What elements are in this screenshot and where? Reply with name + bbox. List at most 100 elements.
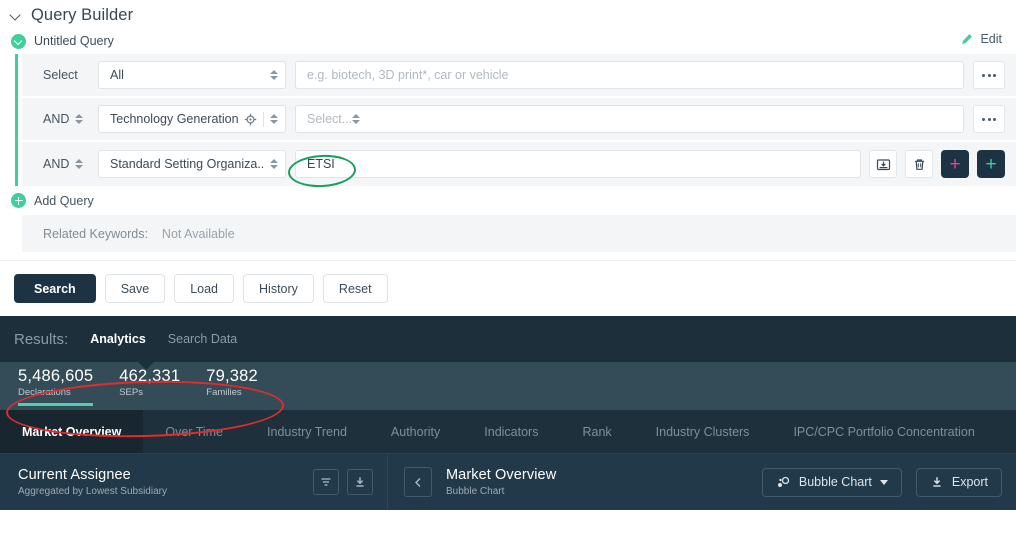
chevron-updown-icon[interactable] xyxy=(75,159,84,169)
tab-market-overview[interactable]: Market Overview xyxy=(0,410,144,453)
download-icon xyxy=(356,477,364,487)
download-icon xyxy=(933,477,941,487)
related-keywords-value: Not Available xyxy=(161,226,235,241)
search-input-placeholder: e.g. biotech, 3D print*, car or vehicle xyxy=(307,68,509,82)
pencil-icon xyxy=(960,33,973,46)
stat-seps[interactable]: 462,331 SEPs xyxy=(119,367,180,401)
value-input-value: ETSI xyxy=(307,157,335,171)
query-actions: Search Save Load History Reset xyxy=(0,260,1016,316)
operator-label: AND xyxy=(43,157,70,171)
tab-analytics[interactable]: Analytics xyxy=(90,332,146,346)
field-select-label: Standard Setting Organiza... xyxy=(110,157,264,171)
chevron-updown-icon[interactable] xyxy=(270,70,278,80)
tab-search-data[interactable]: Search Data xyxy=(168,332,237,346)
chart-panel-right: Market Overview Bubble Chart Bubble Char… xyxy=(388,454,1016,510)
collapse-query-icon[interactable] xyxy=(11,33,26,49)
bubble-chart-icon xyxy=(777,476,790,487)
results-stats: 5,486,605 Declarations 462,331 SEPs 79,3… xyxy=(0,361,1016,410)
filter-button[interactable] xyxy=(313,469,339,495)
operator-cell[interactable]: AND xyxy=(22,112,98,126)
history-button[interactable]: History xyxy=(243,274,314,303)
analytics-tabbar: Market Overview Over Time Industry Trend… xyxy=(0,410,1016,454)
stat-families[interactable]: 79,382 Families xyxy=(206,367,258,401)
chevron-down-icon xyxy=(879,479,888,485)
load-button[interactable]: Load xyxy=(174,274,235,303)
save-button[interactable]: Save xyxy=(104,274,166,303)
stat-value: 5,486,605 xyxy=(18,367,94,385)
query-row: AND Technology Generation Select... xyxy=(22,98,1016,142)
related-keywords-bar: Related Keywords: Not Available xyxy=(22,215,1016,252)
plus-circle-icon xyxy=(11,193,26,208)
chart-title-group: Market Overview Bubble Chart xyxy=(446,467,748,497)
page-title: Query Builder xyxy=(31,5,134,24)
field-select[interactable]: Technology Generation xyxy=(98,105,286,133)
target-icon[interactable] xyxy=(244,113,257,126)
tab-citations[interactable]: Citations xyxy=(997,410,1016,453)
chart-subtitle: Bubble Chart xyxy=(446,486,505,497)
query-body: Select All e.g. biotech, 3D print*, car … xyxy=(0,54,1016,186)
reset-button[interactable]: Reset xyxy=(322,274,388,303)
tab-ipc-cpc-portfolio-concentration[interactable]: IPC/CPC Portfolio Concentration xyxy=(771,410,996,453)
tab-industry-clusters[interactable]: Industry Clusters xyxy=(634,410,772,453)
value-select-placeholder: Select... xyxy=(307,112,353,126)
operator-cell: Select xyxy=(22,68,98,82)
field-select[interactable]: Standard Setting Organiza... xyxy=(98,150,286,178)
chevron-updown-icon[interactable] xyxy=(270,114,278,124)
add-query-label: Add Query xyxy=(34,193,94,208)
search-input[interactable]: e.g. biotech, 3D print*, car or vehicle xyxy=(295,61,964,89)
chevron-updown-icon[interactable] xyxy=(352,114,361,124)
related-keywords-label: Related Keywords: xyxy=(43,226,148,241)
chevron-down-icon[interactable] xyxy=(10,9,22,21)
value-select[interactable]: Select... xyxy=(295,105,964,133)
chart-type-selector[interactable]: Bubble Chart xyxy=(761,467,902,497)
row-more-options-button[interactable] xyxy=(973,105,1005,133)
panel-title-group: Current Assignee Aggregated by Lowest Su… xyxy=(18,467,305,497)
save-query-row-button[interactable] xyxy=(869,150,897,178)
divider xyxy=(263,111,264,127)
stat-caption: Declarations xyxy=(18,387,71,398)
tab-indicators[interactable]: Indicators xyxy=(462,410,560,453)
chart-title: Market Overview xyxy=(446,467,557,483)
plus-icon: + xyxy=(949,153,961,175)
edit-label: Edit xyxy=(980,32,1002,46)
field-select[interactable]: All xyxy=(98,61,286,89)
query-name: Untitled Query xyxy=(34,34,114,48)
edit-query-button[interactable]: Edit xyxy=(960,32,1002,46)
stat-caption: SEPs xyxy=(119,387,143,398)
tab-industry-trend[interactable]: Industry Trend xyxy=(245,410,369,453)
add-or-group-button[interactable]: + xyxy=(941,150,969,178)
add-and-group-button[interactable]: + xyxy=(977,150,1005,178)
query-group-rail xyxy=(15,54,18,186)
export-button[interactable]: Export xyxy=(915,467,1002,497)
chevron-updown-icon[interactable] xyxy=(75,114,84,124)
operator-label: AND xyxy=(43,112,70,126)
stat-declarations[interactable]: 5,486,605 Declarations xyxy=(18,367,94,406)
tab-authority[interactable]: Authority xyxy=(369,410,462,453)
panel-subtitle: Aggregated by Lowest Subsidiary xyxy=(18,486,167,497)
tab-over-time[interactable]: Over Time xyxy=(143,410,245,453)
chart-type-label: Bubble Chart xyxy=(798,475,872,489)
tab-rank[interactable]: Rank xyxy=(560,410,633,453)
chart-panel-header: Current Assignee Aggregated by Lowest Su… xyxy=(0,454,1016,510)
field-select-label: All xyxy=(110,68,124,82)
value-input[interactable]: ETSI xyxy=(295,150,861,178)
query-title-row: Untitled Query Edit xyxy=(0,28,1016,54)
operator-label: Select xyxy=(43,68,78,82)
query-builder-header[interactable]: Query Builder xyxy=(0,0,1016,28)
chevron-left-icon xyxy=(414,477,420,487)
query-row: AND Standard Setting Organiza... ETSI + … xyxy=(22,142,1016,186)
assignee-panel-header: Current Assignee Aggregated by Lowest Su… xyxy=(0,454,388,510)
download-button[interactable] xyxy=(347,469,373,495)
chevron-updown-icon[interactable] xyxy=(270,159,278,169)
results-bar: Results: Analytics Search Data xyxy=(0,316,1016,362)
search-button[interactable]: Search xyxy=(14,274,96,303)
field-select-label: Technology Generation xyxy=(110,112,238,126)
delete-query-row-button[interactable] xyxy=(905,150,933,178)
row-more-options-button[interactable] xyxy=(973,61,1005,89)
back-button[interactable] xyxy=(404,467,432,497)
plus-icon: + xyxy=(985,153,997,175)
panel-title: Current Assignee xyxy=(18,467,131,483)
add-query-button[interactable]: Add Query xyxy=(0,186,1016,215)
stat-value: 462,331 xyxy=(119,367,181,385)
operator-cell[interactable]: AND xyxy=(22,157,98,171)
